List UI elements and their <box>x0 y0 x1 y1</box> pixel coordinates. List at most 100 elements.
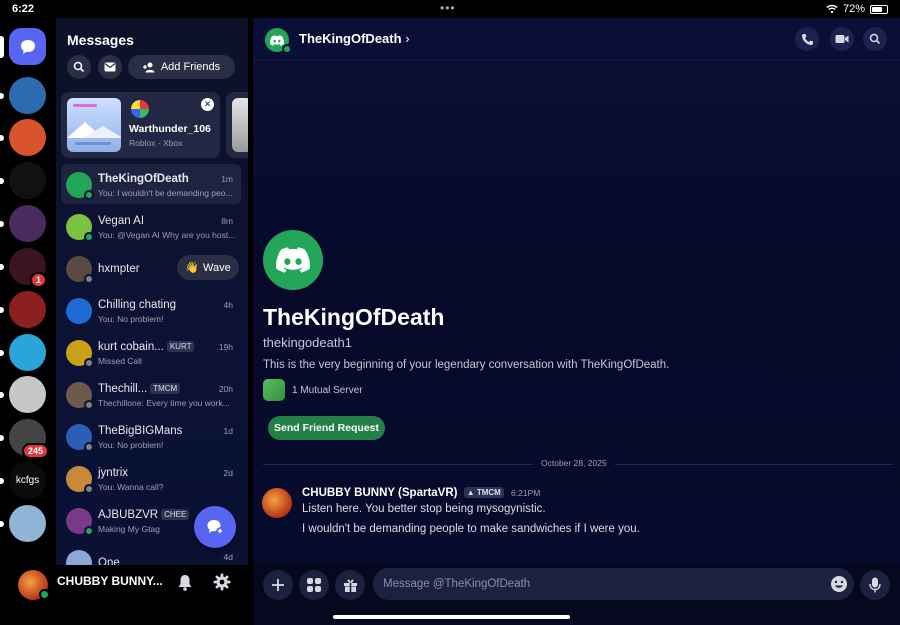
user-status-online <box>39 589 50 600</box>
search-icon <box>869 33 881 45</box>
dm-avatar <box>66 550 92 565</box>
server-icon[interactable] <box>9 205 46 242</box>
server-initials: kcfgs <box>15 475 40 486</box>
dm-name-text: AJBUBZVR <box>98 509 159 521</box>
discord-chat-icon <box>20 39 35 54</box>
direct-messages-button[interactable] <box>9 28 46 65</box>
add-friends-button[interactable]: Add Friends <box>128 55 235 79</box>
server-icon[interactable] <box>9 162 46 199</box>
home-indicator[interactable] <box>333 615 570 619</box>
activity-card-next[interactable] <box>226 92 248 158</box>
notifications-button[interactable] <box>177 574 193 596</box>
server-icon[interactable]: kcfgs <box>9 462 46 499</box>
server-tag-label: TMCM <box>476 488 501 497</box>
server-tag-badge: ▲ TMCM <box>463 487 504 498</box>
messages-title: Messages <box>67 32 134 48</box>
server-icon[interactable] <box>9 291 46 328</box>
inbox-button[interactable] <box>98 55 122 79</box>
dm-status-offline <box>84 484 94 494</box>
dm-name-text: jyntrix <box>98 467 129 479</box>
message-input-placeholder: Message @TheKingOfDeath <box>383 578 531 590</box>
new-message-button[interactable] <box>194 506 236 548</box>
new-message-icon <box>207 520 224 535</box>
mutual-server-icon <box>263 379 285 401</box>
send-friend-request-button[interactable]: Send Friend Request <box>268 416 385 440</box>
dm-status-offline <box>84 358 94 368</box>
dm-row[interactable]: TheKingOfDeath You: I wouldn't be demandi… <box>61 164 241 204</box>
mutual-servers[interactable]: 1 Mutual Server <box>263 379 363 401</box>
dm-time: 8m <box>221 216 233 226</box>
activity-card[interactable]: Warthunder_106 Roblox - Xbox ✕ <box>61 92 220 158</box>
dm-row[interactable]: hxmpter 👋 Wave <box>61 248 241 288</box>
activity-platform: Roblox - Xbox <box>129 138 183 148</box>
chat-title[interactable]: TheKingOfDeath › <box>299 31 410 46</box>
date-divider: October 28, 2025 <box>263 458 893 468</box>
attach-button[interactable] <box>263 570 293 600</box>
chevron-right-icon: › <box>405 31 410 46</box>
composer-bar: Message @TheKingOfDeath <box>253 563 900 625</box>
discord-logo-icon <box>270 34 284 46</box>
server-icon[interactable] <box>9 505 46 542</box>
profile-display-name: TheKingOfDeath <box>263 304 445 330</box>
apps-button[interactable] <box>299 570 329 600</box>
wifi-icon <box>826 4 838 14</box>
dm-time: 1d <box>223 426 233 436</box>
dm-preview: Thechillone: Every time you work... <box>98 398 230 408</box>
unread-indicator <box>0 221 4 227</box>
dm-row[interactable]: TheBigBIGMans You: No problem! 1d <box>61 416 241 456</box>
message-timestamp: 6:21PM <box>511 488 541 498</box>
message-author[interactable]: CHUBBY BUNNY (SpartaVR) <box>302 487 458 499</box>
user-bar: CHUBBY BUNNY... <box>0 565 248 625</box>
wave-button[interactable]: 👋 Wave <box>177 255 239 280</box>
battery-icon <box>870 4 888 14</box>
dm-name-text: One <box>98 557 120 565</box>
dm-name: kurt cobain... KURT <box>98 341 195 353</box>
dm-row[interactable]: Thechill... TMCM Thechillone: Every time y… <box>61 374 241 414</box>
unread-indicator <box>0 521 4 527</box>
selected-indicator <box>0 36 4 58</box>
message-header: CHUBBY BUNNY (SpartaVR) ▲ TMCM 6:21PM <box>302 487 540 499</box>
profile-avatar[interactable] <box>263 230 323 290</box>
multitasking-dots-icon[interactable]: ••• <box>440 1 456 15</box>
message-avatar[interactable] <box>262 488 292 518</box>
dm-name: TheBigBIGMans <box>98 425 182 437</box>
discord-logo-icon <box>276 247 310 273</box>
unread-indicator <box>0 307 4 313</box>
gift-button[interactable] <box>335 570 365 600</box>
dm-row[interactable]: Vegan AI You: @Vegan AI Why are you host.… <box>61 206 241 246</box>
message-input[interactable]: Message @TheKingOfDeath <box>373 568 854 600</box>
profile-username: thekingodeath1 <box>263 335 352 350</box>
search-button[interactable] <box>67 55 91 79</box>
user-name: CHUBBY BUNNY... <box>57 574 163 588</box>
dm-tag-badge: TMCM <box>150 383 181 394</box>
dm-name-text: Vegan AI <box>98 215 145 227</box>
dm-row[interactable]: jyntrix You: Wanna call? 2d <box>61 458 241 498</box>
chat-pane: TheKingOfDeath › TheKingOfDeath thekingo… <box>253 18 900 625</box>
waving-hand-icon: 👋 <box>185 262 199 274</box>
voice-call-button[interactable] <box>795 27 819 51</box>
envelope-icon <box>104 62 116 72</box>
settings-button[interactable] <box>213 573 231 596</box>
conversation-intro: This is the very beginning of your legen… <box>263 359 670 371</box>
server-icon[interactable] <box>9 119 46 156</box>
server-icon[interactable] <box>9 334 46 371</box>
server-icon[interactable] <box>9 376 46 413</box>
date-divider-label: October 28, 2025 <box>533 458 615 468</box>
dm-name: Vegan AI <box>98 215 144 227</box>
emoji-button[interactable] <box>830 575 848 598</box>
video-call-button[interactable] <box>830 27 854 51</box>
status-time: 6:22 <box>12 3 35 15</box>
unread-indicator <box>0 435 4 441</box>
xbox-icon: ✕ <box>201 98 214 111</box>
dm-row[interactable]: Chilling chating You: No problem! 4h <box>61 290 241 330</box>
dm-time: 20h <box>218 384 233 394</box>
dm-name: Chilling chating <box>98 299 176 311</box>
server-icon[interactable] <box>9 77 46 114</box>
dm-time: 4d <box>223 552 233 562</box>
chat-search-button[interactable] <box>863 27 887 51</box>
unread-indicator <box>0 350 4 356</box>
dm-name: AJBUBZVR CHEE <box>98 509 190 521</box>
gear-icon <box>213 573 231 591</box>
dm-row[interactable]: kurt cobain... KURT Missed Call 19h <box>61 332 241 372</box>
voice-message-button[interactable] <box>860 570 890 600</box>
